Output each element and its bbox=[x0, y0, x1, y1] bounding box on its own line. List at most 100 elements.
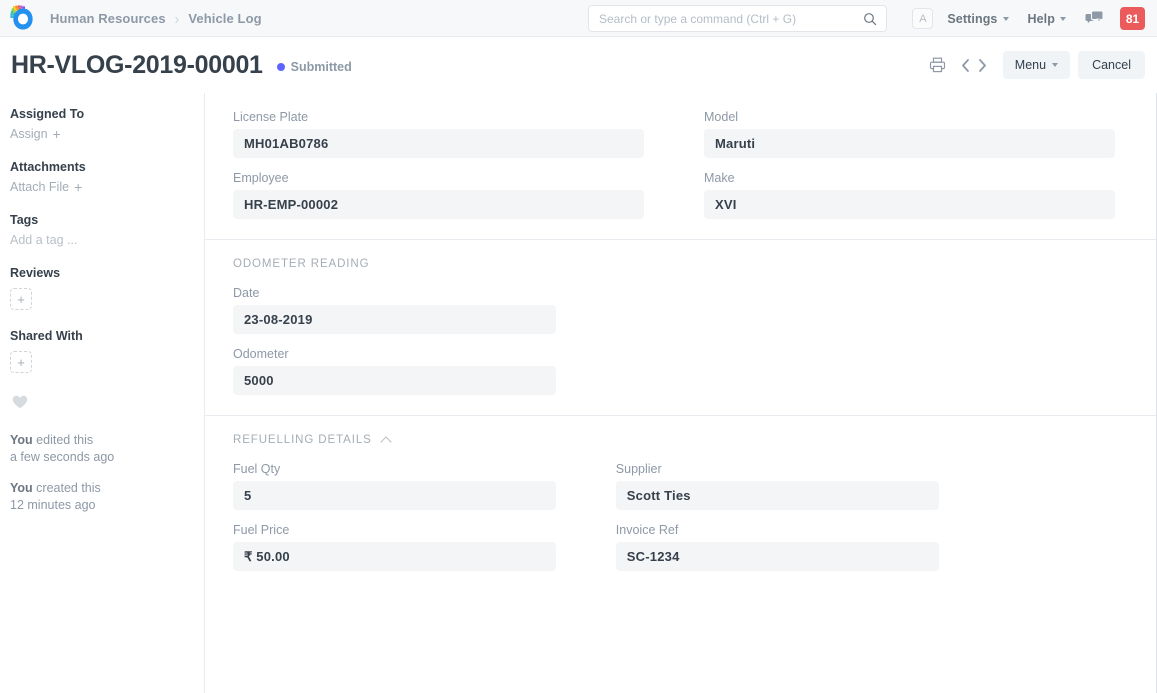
form-column-left: License Plate MH01AB0786 Employee HR-EMP… bbox=[233, 110, 674, 219]
section-title-text: REFUELLING DETAILS bbox=[233, 434, 372, 446]
help-label: Help bbox=[1028, 12, 1056, 26]
form-column-right-empty bbox=[586, 286, 1115, 395]
page-body: Assigned To Assign + Attachments Attach … bbox=[0, 93, 1157, 693]
breadcrumb-human-resources[interactable]: Human Resources bbox=[50, 11, 166, 26]
employee-input[interactable]: HR-EMP-00002 bbox=[233, 190, 644, 219]
tags-heading: Tags bbox=[10, 213, 192, 227]
chevron-down-icon bbox=[1052, 63, 1058, 67]
add-review-button[interactable]: + bbox=[10, 288, 32, 310]
supplier-input[interactable]: Scott Ties bbox=[616, 481, 939, 510]
history-item: You edited this a few seconds ago bbox=[10, 432, 192, 466]
fuel-price-input[interactable]: ₹ 50.00 bbox=[233, 542, 556, 571]
field-supplier: Supplier Scott Ties bbox=[616, 462, 939, 510]
status-badge: Submitted bbox=[277, 60, 352, 74]
field-model: Model Maruti bbox=[704, 110, 1115, 158]
heart-icon[interactable] bbox=[12, 395, 192, 414]
field-label: Model bbox=[704, 110, 1115, 124]
plus-icon: + bbox=[17, 356, 25, 369]
notification-count: 81 bbox=[1126, 12, 1139, 26]
field-invoice-ref: Invoice Ref SC-1234 bbox=[616, 523, 939, 571]
invoice-ref-input[interactable]: SC-1234 bbox=[616, 542, 939, 571]
notification-badge[interactable]: 81 bbox=[1120, 7, 1145, 30]
cancel-label: Cancel bbox=[1092, 58, 1131, 72]
assigned-to-heading: Assigned To bbox=[10, 107, 192, 121]
field-fuel-qty: Fuel Qty 5 bbox=[233, 462, 556, 510]
menu-label: Menu bbox=[1015, 58, 1046, 72]
chevron-up-icon[interactable] bbox=[380, 436, 391, 447]
history-actor: You bbox=[10, 433, 33, 447]
assign-button[interactable]: Assign + bbox=[10, 127, 192, 141]
history-time: 12 minutes ago bbox=[10, 497, 192, 514]
settings-menu[interactable]: Settings bbox=[947, 12, 1008, 26]
field-label: Make bbox=[704, 171, 1115, 185]
field-date: Date 23-08-2019 bbox=[233, 286, 556, 334]
help-menu[interactable]: Help bbox=[1028, 12, 1067, 26]
attachments-heading: Attachments bbox=[10, 160, 192, 174]
settings-label: Settings bbox=[947, 12, 997, 26]
field-label: Odometer bbox=[233, 347, 556, 361]
add-share-button[interactable]: + bbox=[10, 351, 32, 373]
breadcrumb: Human Resources › Vehicle Log bbox=[50, 10, 262, 26]
history-time: a few seconds ago bbox=[10, 449, 192, 466]
frappe-logo[interactable] bbox=[8, 3, 38, 33]
plus-icon: + bbox=[74, 180, 82, 194]
attach-file-label: Attach File bbox=[10, 180, 69, 194]
license-plate-input[interactable]: MH01AB0786 bbox=[233, 129, 644, 158]
print-icon[interactable] bbox=[926, 54, 949, 76]
field-fuel-price: Fuel Price ₹ 50.00 bbox=[233, 523, 556, 571]
sidebar-section-assigned-to: Assigned To Assign + bbox=[10, 107, 192, 141]
history-actor: You bbox=[10, 481, 33, 495]
form-section-odometer-reading: ODOMETER READING Date 23-08-2019 Odomete… bbox=[205, 240, 1156, 416]
field-label: Date bbox=[233, 286, 556, 300]
chevron-down-icon bbox=[1003, 17, 1009, 21]
previous-document-button[interactable] bbox=[957, 56, 974, 75]
field-label: Fuel Price bbox=[233, 523, 556, 537]
sidebar-section-tags: Tags Add a tag ... bbox=[10, 213, 192, 247]
attach-file-button[interactable]: Attach File + bbox=[10, 180, 192, 194]
breadcrumb-vehicle-log[interactable]: Vehicle Log bbox=[188, 11, 261, 26]
make-input[interactable]: XVI bbox=[704, 190, 1115, 219]
field-make: Make XVI bbox=[704, 171, 1115, 219]
search-input[interactable] bbox=[589, 12, 863, 26]
document-titlebar: HR-VLOG-2019-00001 Submitted Menu bbox=[0, 37, 1157, 93]
history-action: edited this bbox=[33, 433, 93, 447]
history-item: You created this 12 minutes ago bbox=[10, 480, 192, 514]
field-label: License Plate bbox=[233, 110, 644, 124]
status-label: Submitted bbox=[291, 60, 352, 74]
document-sidebar: Assigned To Assign + Attachments Attach … bbox=[0, 93, 205, 693]
next-document-button[interactable] bbox=[974, 56, 991, 75]
shared-with-heading: Shared With bbox=[10, 329, 192, 343]
chevron-down-icon bbox=[1060, 17, 1066, 21]
field-odometer: Odometer 5000 bbox=[233, 347, 556, 395]
field-label: Fuel Qty bbox=[233, 462, 556, 476]
date-input[interactable]: 23-08-2019 bbox=[233, 305, 556, 334]
cancel-button[interactable]: Cancel bbox=[1078, 51, 1145, 79]
odometer-input[interactable]: 5000 bbox=[233, 366, 556, 395]
form-section-refuelling-details: REFUELLING DETAILS Fuel Qty 5 Fuel Price… bbox=[205, 416, 1156, 591]
page-title: HR-VLOG-2019-00001 bbox=[11, 51, 263, 80]
field-license-plate: License Plate MH01AB0786 bbox=[233, 110, 644, 158]
history-actor-action: You edited this bbox=[10, 432, 192, 449]
sidebar-section-shared-with: Shared With + bbox=[10, 329, 192, 373]
chevron-right-icon: › bbox=[175, 9, 180, 27]
menu-button[interactable]: Menu bbox=[1003, 51, 1070, 79]
search-bar[interactable] bbox=[588, 5, 887, 32]
fuel-qty-input[interactable]: 5 bbox=[233, 481, 556, 510]
field-label: Employee bbox=[233, 171, 644, 185]
plus-icon: + bbox=[53, 127, 61, 141]
section-title-text: ODOMETER READING bbox=[233, 258, 369, 270]
form-area: License Plate MH01AB0786 Employee HR-EMP… bbox=[205, 93, 1157, 693]
form-column-right: Model Maruti Make XVI bbox=[674, 110, 1115, 219]
navbar-right-actions: A Settings Help 81 bbox=[912, 0, 1145, 37]
assign-label: Assign bbox=[10, 127, 48, 141]
field-employee: Employee HR-EMP-00002 bbox=[233, 171, 644, 219]
model-input[interactable]: Maruti bbox=[704, 129, 1115, 158]
document-actions: Menu Cancel bbox=[926, 37, 1145, 93]
avatar[interactable]: A bbox=[912, 8, 933, 29]
form-column-left: Date 23-08-2019 Odometer 5000 bbox=[233, 286, 586, 395]
field-label: Invoice Ref bbox=[616, 523, 939, 537]
reviews-heading: Reviews bbox=[10, 266, 192, 280]
add-tag-input[interactable]: Add a tag ... bbox=[10, 233, 192, 247]
search-icon[interactable] bbox=[863, 12, 877, 26]
chat-icon[interactable] bbox=[1085, 10, 1104, 27]
